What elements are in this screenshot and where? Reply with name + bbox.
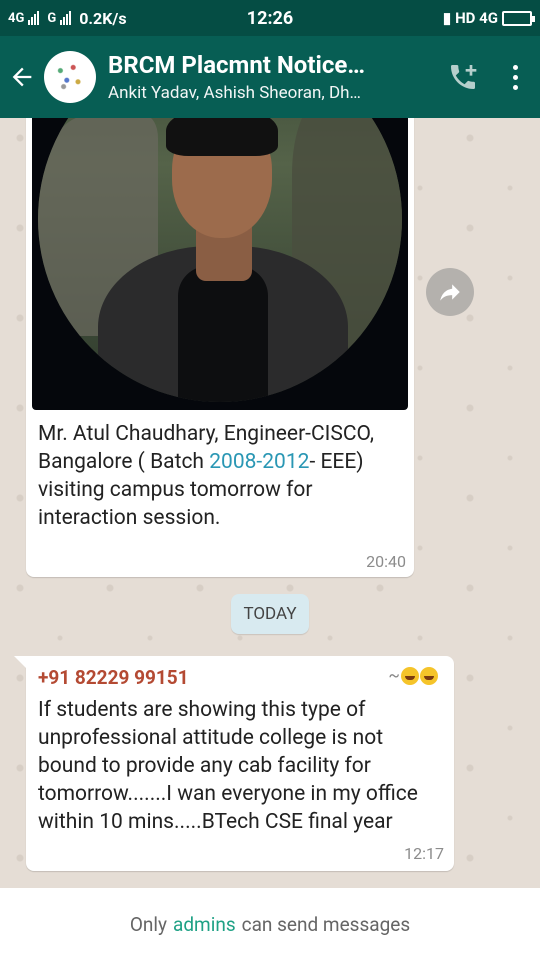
admins-link[interactable]: admins <box>173 913 236 936</box>
notice-prefix: Only <box>129 912 167 936</box>
group-name: BRCM Placmnt Notice… <box>108 51 366 79</box>
back-arrow-icon[interactable] <box>0 36 44 118</box>
face-emoji-icon <box>401 667 419 685</box>
message-image[interactable] <box>32 118 408 410</box>
message-time: 20:40 <box>366 552 406 571</box>
signal-icon-2 <box>60 11 72 25</box>
network-speed: 0.2K/s <box>79 8 127 28</box>
add-call-icon[interactable] <box>447 61 479 93</box>
status-bar: 4G G 0.2K/s 12:26 ▮ HD 4G <box>0 0 540 36</box>
caption-link[interactable]: 2008-2012 <box>209 450 309 474</box>
battery-saver-icon: ▮ <box>442 9 452 27</box>
hd-network-label: HD 4G <box>455 9 498 27</box>
forward-icon[interactable] <box>426 268 474 316</box>
image-message[interactable]: Mr. Atul Chaudhary, Engineer-CISCO, Bang… <box>26 118 414 577</box>
chat-area[interactable]: Mr. Atul Chaudhary, Engineer-CISCO, Bang… <box>0 118 540 888</box>
group-avatar[interactable] <box>44 51 96 103</box>
image-caption: Mr. Atul Chaudhary, Engineer-CISCO, Bang… <box>38 420 406 532</box>
group-members: Ankit Yadav, Ashish Sheoran, Dh… <box>108 83 361 103</box>
more-vert-icon[interactable] <box>513 64 518 90</box>
battery-icon <box>502 10 535 26</box>
network-type-2: G <box>47 10 57 26</box>
date-divider: TODAY <box>231 594 309 634</box>
message-text: If students are showing this type of unp… <box>38 698 418 834</box>
message-time: 12:17 <box>404 844 444 863</box>
notice-suffix: can send messages <box>241 912 411 936</box>
admins-only-notice: Only admins can send messages <box>0 888 540 960</box>
sender-number[interactable]: +91 82229 99151 <box>38 666 189 689</box>
push-name-tilde: ~ <box>388 666 400 686</box>
signal-icon <box>28 11 40 25</box>
laughing-emoji-icon <box>420 667 438 685</box>
profile-photo <box>38 118 402 402</box>
text-message[interactable]: +91 82229 99151 ~ If students are showin… <box>14 656 454 871</box>
bubble-tail <box>14 656 28 670</box>
signal-area: 4G G 0.2K/s <box>8 9 208 28</box>
sender-push-name: ~ <box>388 666 438 686</box>
status-icons: ▮ HD 4G <box>442 9 535 27</box>
network-type-1: 4G <box>8 10 25 26</box>
chat-header: BRCM Placmnt Notice… Ankit Yadav, Ashish… <box>0 36 540 118</box>
chat-title-area[interactable]: BRCM Placmnt Notice… Ankit Yadav, Ashish… <box>108 51 408 103</box>
